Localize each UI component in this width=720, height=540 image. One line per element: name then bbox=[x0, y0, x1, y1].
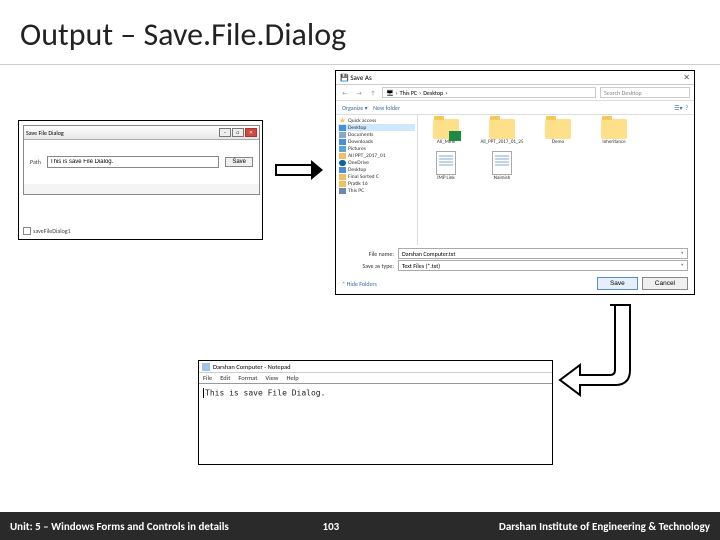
notepad-icon bbox=[202, 363, 210, 371]
source-window: Save File Dialog – □ ✕ Path Save bbox=[23, 125, 260, 195]
footer-page: 103 bbox=[301, 520, 361, 533]
folder-item[interactable]: Demo bbox=[536, 119, 580, 145]
sidebar-pratik[interactable]: Pratik 16 bbox=[338, 180, 415, 187]
sidebar-onedrive[interactable]: OneDrive bbox=[338, 159, 415, 166]
search-input[interactable]: Search Desktop bbox=[600, 87, 690, 98]
hide-folders-link[interactable]: ˄ Hide Folders bbox=[342, 280, 377, 288]
sidebar-documents[interactable]: Documents bbox=[338, 131, 415, 138]
back-icon[interactable]: ← bbox=[340, 88, 350, 98]
breadcrumb-pc[interactable]: This PC bbox=[400, 89, 417, 97]
sidebar-ppt-folder[interactable]: All PPT_2017_01 bbox=[338, 152, 415, 159]
sidebar-final[interactable]: Final Sorted C bbox=[338, 173, 415, 180]
notepad-content[interactable]: This is save File Dialog. bbox=[199, 384, 552, 402]
close-icon[interactable]: ✕ bbox=[245, 128, 257, 137]
filename-label: File name: bbox=[342, 250, 394, 258]
slide-title: Output – Save.File.Dialog bbox=[0, 0, 720, 65]
search-placeholder: Search Desktop bbox=[604, 89, 642, 97]
help-icon[interactable]: ? bbox=[685, 104, 688, 112]
component-tray: saveFileDialog1 bbox=[23, 227, 71, 235]
save-button[interactable]: Save bbox=[225, 157, 253, 167]
sidebar-thispc[interactable]: This PC bbox=[338, 187, 415, 194]
file-grid: All_Mine All_PPT_2017_01_25 Demo Inherit… bbox=[418, 115, 694, 245]
component-name: saveFileDialog1 bbox=[33, 227, 71, 235]
forward-icon[interactable]: → bbox=[354, 88, 364, 98]
file-item[interactable]: IMP Link bbox=[424, 151, 468, 181]
pc-icon: 🖥 bbox=[386, 89, 394, 97]
menu-view[interactable]: View bbox=[265, 374, 278, 382]
sidebar: Quick access Desktop Documents Downloads… bbox=[336, 115, 418, 245]
new-folder-button[interactable]: New folder bbox=[373, 104, 400, 112]
slide-footer: Unit: 5 – Windows Forms and Controls in … bbox=[0, 512, 720, 540]
save-as-dialog: 💾 Save As ✕ ← → ↑ 🖥 › This PC › Desktop … bbox=[335, 70, 695, 295]
cancel-button[interactable]: Cancel bbox=[642, 277, 688, 290]
folder-item[interactable]: All_PPT_2017_01_25 bbox=[480, 119, 524, 145]
sidebar-pictures[interactable]: Pictures bbox=[338, 145, 415, 152]
folder-item[interactable]: Inheritance bbox=[592, 119, 636, 145]
notepad-window: Darshan Computer - Notepad File Edit For… bbox=[198, 360, 553, 465]
save-button[interactable]: Save bbox=[597, 277, 638, 290]
saveastype-label: Save as type: bbox=[342, 262, 394, 270]
sidebar-quick-access[interactable]: Quick access bbox=[338, 117, 415, 124]
window-title: Save File Dialog bbox=[26, 129, 64, 137]
notepad-title: Darshan Computer - Notepad bbox=[213, 363, 291, 371]
path-input[interactable] bbox=[47, 156, 219, 168]
file-item[interactable]: Naimish bbox=[480, 151, 524, 181]
menu-file[interactable]: File bbox=[203, 374, 212, 382]
footer-institute: Darshan Institute of Engineering & Techn… bbox=[361, 520, 720, 533]
address-bar[interactable]: 🖥 › This PC › Desktop › bbox=[382, 87, 596, 98]
view-icon[interactable]: ☰▾ bbox=[674, 104, 682, 112]
component-icon bbox=[23, 227, 31, 235]
source-form-panel: Save File Dialog – □ ✕ Path Save saveFil… bbox=[18, 120, 263, 240]
breadcrumb-loc[interactable]: Desktop bbox=[423, 89, 443, 97]
sidebar-downloads[interactable]: Downloads bbox=[338, 138, 415, 145]
dropdown-icon[interactable]: ˅ bbox=[681, 262, 684, 270]
close-icon[interactable]: ✕ bbox=[683, 73, 690, 83]
saveastype-select[interactable]: Text Files (*.txt)˅ bbox=[398, 260, 688, 271]
minimize-icon[interactable]: – bbox=[219, 128, 231, 137]
sidebar-desktop[interactable]: Desktop bbox=[338, 124, 415, 131]
menu-format[interactable]: Format bbox=[238, 374, 257, 382]
arrow-curved-icon bbox=[555, 300, 645, 400]
filename-input[interactable]: Darshan Computer.txt˅ bbox=[398, 248, 688, 259]
path-label: Path bbox=[30, 158, 41, 166]
chevron-up-icon: ˄ bbox=[342, 280, 345, 288]
folder-item[interactable]: All_Mine bbox=[424, 119, 468, 145]
arrow-right-icon bbox=[275, 160, 325, 180]
sidebar-desktop2[interactable]: Desktop bbox=[338, 166, 415, 173]
disk-icon: 💾 bbox=[340, 73, 349, 82]
dialog-title: Save As bbox=[350, 73, 371, 82]
dropdown-icon[interactable]: ˅ bbox=[681, 250, 684, 258]
up-icon[interactable]: ↑ bbox=[368, 88, 378, 98]
maximize-icon[interactable]: □ bbox=[232, 128, 244, 137]
organize-menu[interactable]: Organize ▾ bbox=[342, 104, 368, 112]
footer-unit: Unit: 5 – Windows Forms and Controls in … bbox=[0, 520, 301, 533]
menu-edit[interactable]: Edit bbox=[220, 374, 230, 382]
menu-help[interactable]: Help bbox=[286, 374, 298, 382]
